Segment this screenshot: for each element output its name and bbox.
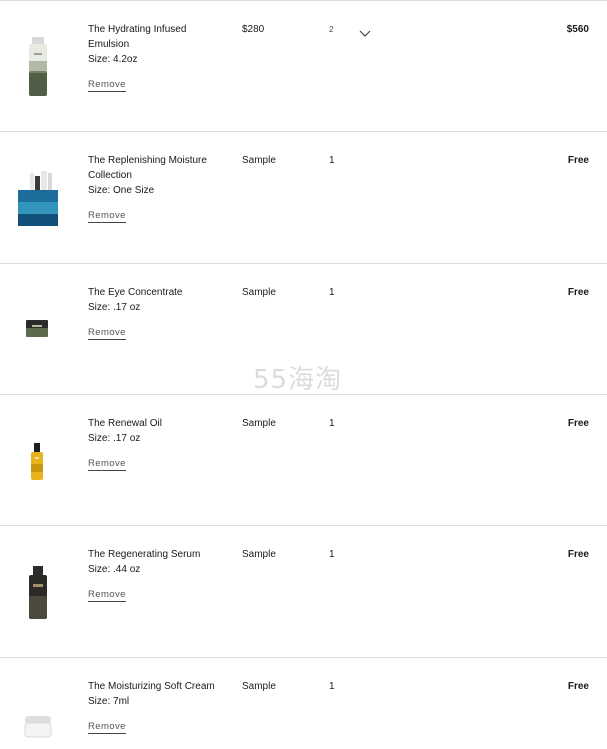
remove-link[interactable]: Remove	[88, 79, 126, 92]
product-image-emulsion[interactable]	[10, 23, 66, 103]
product-image-moisture-collection[interactable]	[10, 158, 66, 238]
watermark: 55海淘	[253, 365, 343, 395]
product-name[interactable]: The Moisturizing Soft Cream	[88, 679, 228, 694]
product-info: The Renewal Oil Size: .17 oz Remove	[88, 416, 228, 471]
product-image-eye-concentrate[interactable]	[10, 290, 66, 370]
product-image-soft-cream[interactable]	[10, 686, 66, 749]
line-total: $560	[566, 24, 589, 35]
cart-item-row: The Moisturizing Soft Cream Size: 7ml Re…	[0, 658, 607, 749]
chevron-down-icon	[359, 25, 371, 37]
cart-item-row: The Renewal Oil Size: .17 oz Remove Samp…	[0, 395, 607, 526]
product-size: Size: .17 oz	[88, 302, 141, 313]
line-total: Free	[567, 681, 589, 692]
remove-link[interactable]: Remove	[88, 327, 126, 340]
unit-price: Sample	[242, 681, 276, 692]
product-info: The Hydrating Infused Emulsion Size: 4.2…	[88, 22, 228, 92]
line-total: Free	[567, 287, 589, 298]
quantity-value: 2	[329, 25, 334, 34]
line-total: Free	[567, 418, 589, 429]
remove-link[interactable]: Remove	[88, 589, 126, 602]
product-image-regenerating-serum[interactable]	[10, 548, 66, 628]
product-size: Size: 7ml	[88, 696, 130, 707]
cart-item-row: The Regenerating Serum Size: .44 oz Remo…	[0, 526, 607, 658]
line-total: Free	[567, 549, 589, 560]
product-name[interactable]: The Renewal Oil	[88, 416, 228, 431]
cart-item-row: The Replenishing Moisture Collection Siz…	[0, 132, 607, 264]
product-info: The Replenishing Moisture Collection Siz…	[88, 153, 228, 223]
product-size: Size: .44 oz	[88, 564, 141, 575]
product-name[interactable]: The Hydrating Infused Emulsion	[88, 22, 228, 52]
product-name[interactable]: The Replenishing Moisture Collection	[88, 153, 228, 183]
remove-link[interactable]: Remove	[88, 210, 126, 223]
remove-link[interactable]: Remove	[88, 458, 126, 471]
unit-price: Sample	[242, 287, 276, 298]
remove-link[interactable]: Remove	[88, 721, 126, 734]
cart-item-row: The Hydrating Infused Emulsion Size: 4.2…	[0, 1, 607, 132]
product-info: The Regenerating Serum Size: .44 oz Remo…	[88, 547, 228, 602]
quantity-value: 1	[329, 681, 335, 692]
product-size: Size: One Size	[88, 185, 155, 196]
product-name[interactable]: The Regenerating Serum	[88, 547, 228, 562]
unit-price: Sample	[242, 155, 276, 166]
quantity-select[interactable]: 2	[327, 21, 377, 43]
product-image-renewal-oil[interactable]	[10, 419, 66, 499]
quantity-value: 1	[329, 418, 335, 429]
product-info: The Eye Concentrate Size: .17 oz Remove	[88, 285, 228, 340]
quantity-value: 1	[329, 155, 335, 166]
quantity-value: 1	[329, 287, 335, 298]
product-name[interactable]: The Eye Concentrate	[88, 285, 228, 300]
unit-price: Sample	[242, 549, 276, 560]
product-size: Size: .17 oz	[88, 433, 141, 444]
line-total: Free	[567, 155, 589, 166]
product-info: The Moisturizing Soft Cream Size: 7ml Re…	[88, 679, 228, 734]
quantity-value: 1	[329, 549, 335, 560]
unit-price: Sample	[242, 418, 276, 429]
cart-items-list: The Hydrating Infused Emulsion Size: 4.2…	[0, 0, 607, 749]
unit-price: $280	[242, 24, 265, 35]
product-size: Size: 4.2oz	[88, 54, 138, 65]
